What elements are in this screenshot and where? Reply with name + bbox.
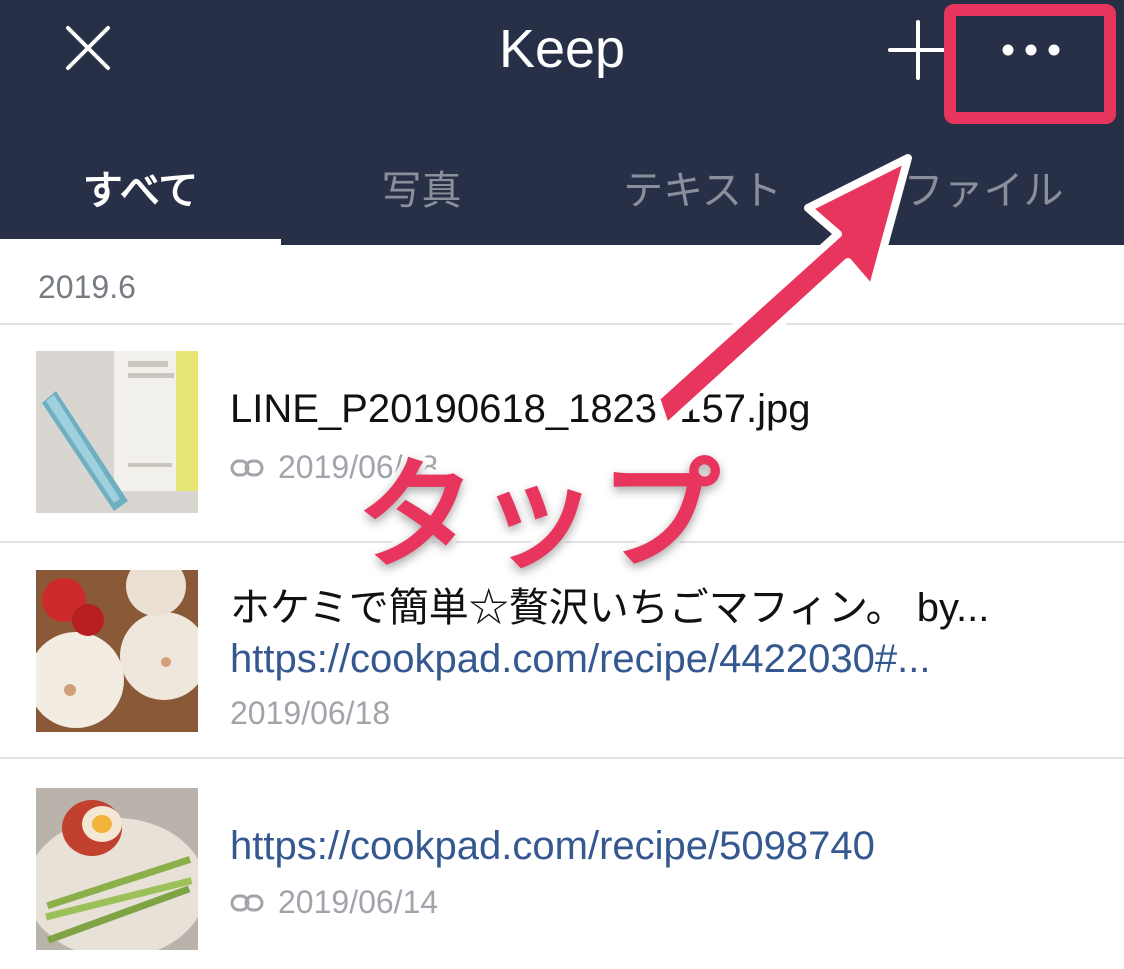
keep-screen: Keep すべて 写真 テキスト ファイル 2019.6 LINE_P20190… (0, 0, 1124, 969)
page-title: Keep (498, 19, 626, 79)
item-thumbnail (36, 570, 198, 732)
link-icon (230, 459, 264, 476)
tab-all-label: すべて (82, 168, 199, 214)
item-meta: 2019/06/18 (230, 695, 390, 732)
tab-text-label: テキスト (623, 168, 782, 214)
item-link[interactable]: https://cookpad.com/recipe/5098740 (230, 824, 875, 869)
item-link[interactable]: https://cookpad.com/recipe/4422030#... (230, 637, 930, 682)
item-thumbnail (36, 351, 198, 513)
section-header: 2019.6 (0, 245, 1124, 325)
item-thumbnail (36, 788, 198, 950)
list-item[interactable]: https://cookpad.com/recipe/5098740 2019/… (0, 760, 1124, 969)
header-bar: Keep すべて 写真 テキスト ファイル (0, 0, 1124, 245)
tab-photos-label: 写真 (381, 168, 462, 214)
add-button[interactable] (886, 18, 950, 82)
tab-bar: すべて 写真 テキスト ファイル (0, 140, 1124, 245)
highlight-box (944, 4, 1116, 124)
tab-files-label: ファイル (903, 168, 1064, 214)
item-date: 2019/06/14 (278, 884, 439, 920)
tab-files[interactable]: ファイル (843, 140, 1124, 245)
tab-text[interactable]: テキスト (562, 140, 843, 245)
tab-photos[interactable]: 写真 (281, 140, 562, 245)
item-date: 2019/06/18 (230, 695, 391, 731)
close-icon (66, 26, 110, 70)
tab-all[interactable]: すべて (0, 140, 281, 245)
annotation-label: タップ (351, 442, 725, 591)
item-meta: 2019/06/14 (230, 884, 438, 921)
link-icon (230, 894, 264, 911)
close-button[interactable] (58, 20, 118, 80)
section-date-label: 2019.6 (38, 269, 136, 305)
plus-icon (888, 20, 948, 80)
